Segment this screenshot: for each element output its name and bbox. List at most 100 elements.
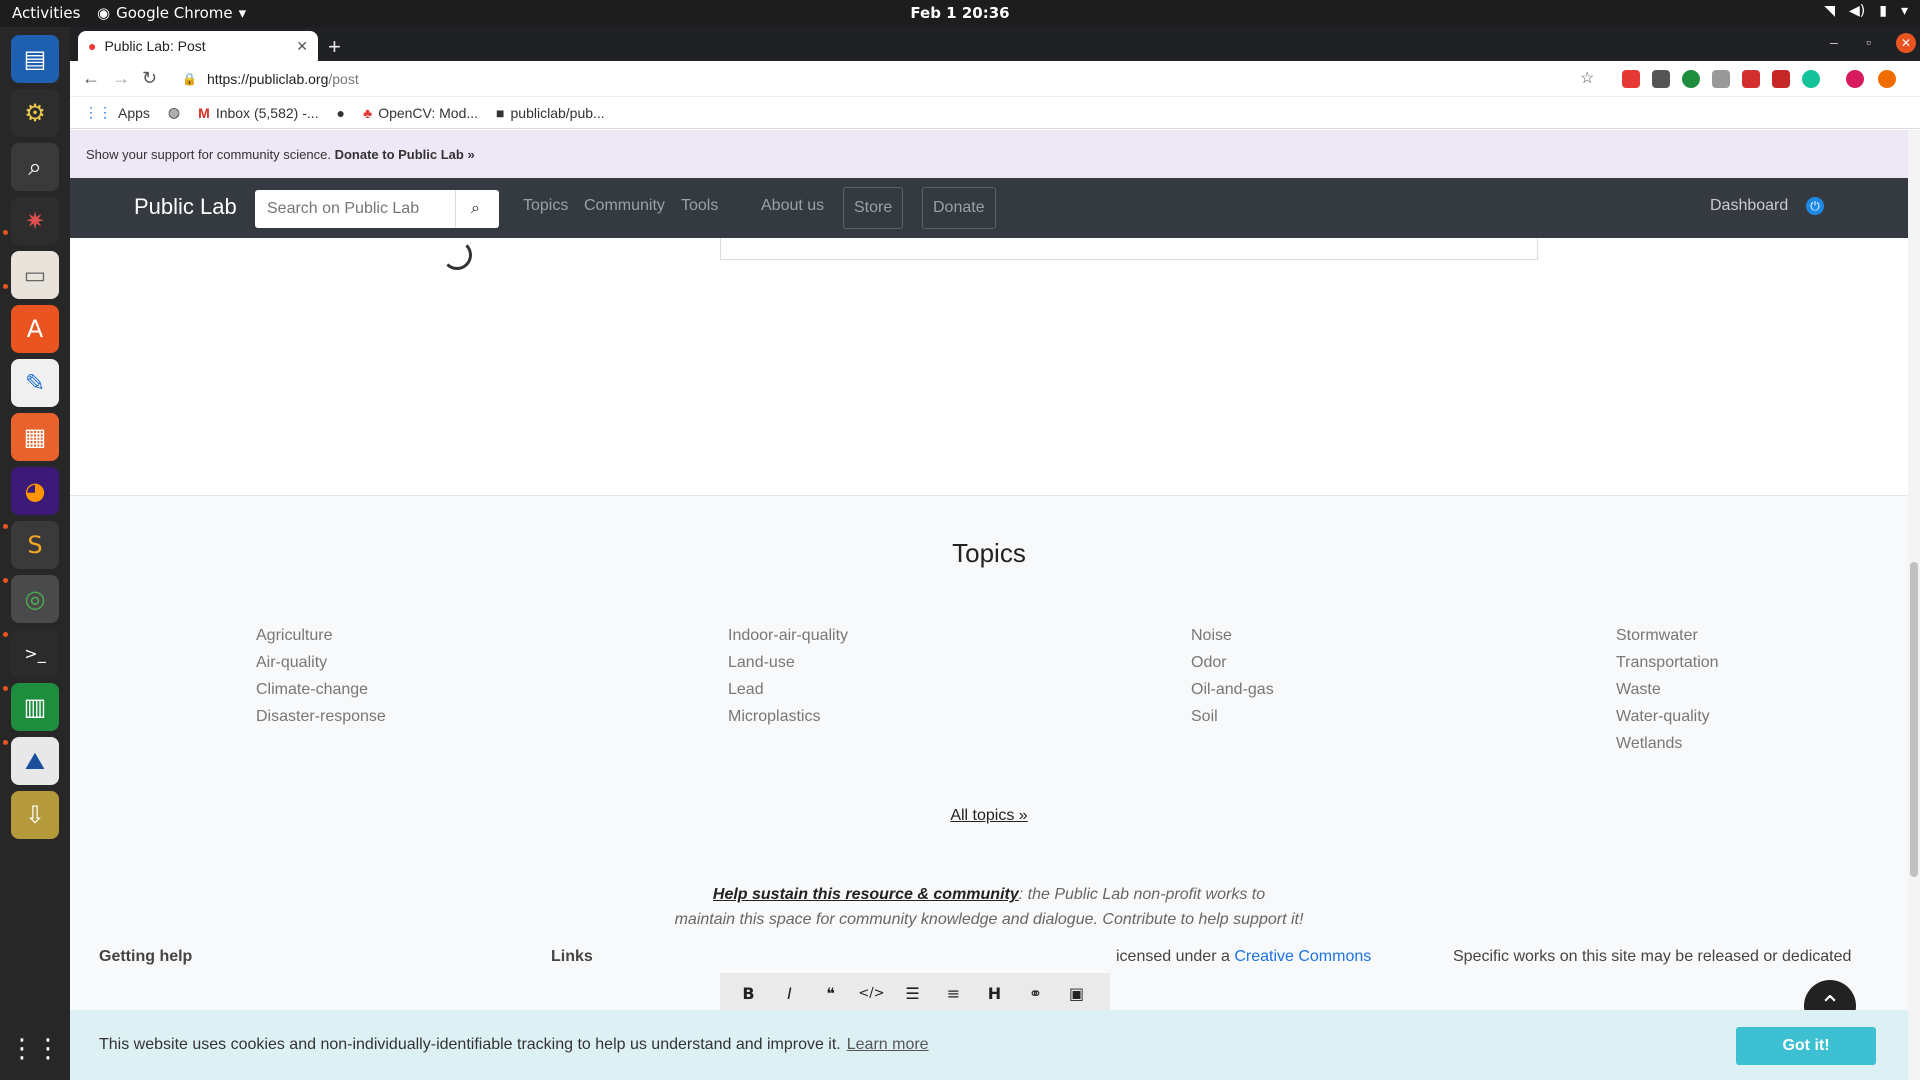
download-archive-icon[interactable]: ⇩ — [11, 791, 59, 839]
learn-more-link[interactable]: Learn more — [847, 1036, 929, 1054]
bookmark-star-icon[interactable]: ☆ — [1580, 68, 1594, 88]
address-bar[interactable]: 🔒 https://publiclab.org/post — [182, 66, 1592, 92]
sublime-icon[interactable]: S — [11, 521, 59, 569]
nav-tools[interactable]: Tools — [681, 197, 718, 215]
nav-about[interactable]: About us — [761, 197, 824, 215]
impress-icon[interactable]: ▦ — [11, 413, 59, 461]
image-icon[interactable]: ▣ — [1056, 984, 1097, 1003]
nav-community[interactable]: Community — [584, 197, 665, 215]
extension-icon[interactable] — [1742, 70, 1760, 88]
bookmark-opencv[interactable]: ♣ OpenCV: Mod... — [363, 105, 478, 121]
topic-link[interactable]: Oil-and-gas — [1191, 676, 1274, 703]
files-folder-icon[interactable]: ▭ — [11, 251, 59, 299]
writer-doc-icon[interactable]: ▤ — [11, 35, 59, 83]
cart-icon[interactable] — [1712, 70, 1730, 88]
nav-dashboard[interactable]: Dashboard — [1710, 197, 1788, 215]
topic-link[interactable]: Noise — [1191, 622, 1274, 649]
topic-link[interactable]: Waste — [1616, 676, 1719, 703]
tag-input-fragment[interactable] — [720, 238, 1538, 260]
show-apps-grid-icon[interactable]: ⋮⋮ — [9, 1025, 61, 1073]
web-spider-icon[interactable]: ✷ — [11, 197, 59, 245]
software-center-icon[interactable]: A — [11, 305, 59, 353]
activities-button[interactable]: Activities — [12, 4, 80, 22]
quote-icon[interactable]: ❝ — [810, 984, 851, 1003]
photo-app-icon[interactable]: ⛰ — [11, 737, 59, 785]
menu-icon[interactable] — [1878, 70, 1896, 88]
scrollbar-thumb[interactable] — [1910, 562, 1918, 877]
grammarly-icon[interactable] — [1802, 70, 1820, 88]
loading-spinner-icon — [442, 240, 472, 270]
link-icon[interactable]: ⚭ — [1015, 984, 1056, 1003]
page-scrollbar[interactable] — [1908, 130, 1920, 1080]
specific-works-text: Specific works on this site may be relea… — [1453, 948, 1852, 965]
search-icon[interactable]: ⌕ — [455, 190, 495, 228]
calc-sheet-icon[interactable]: ▥ — [11, 683, 59, 731]
bookmark-publiclab[interactable]: ■ publiclab/pub... — [496, 105, 605, 121]
settings-gears-icon[interactable]: ⚙ — [11, 89, 59, 137]
minimize-icon[interactable]: – — [1830, 34, 1838, 50]
bookmark-globe[interactable]: ◍ — [168, 104, 180, 121]
search-magnifier-icon[interactable]: ⌕ — [11, 143, 59, 191]
nav-topics[interactable]: Topics — [523, 197, 568, 215]
chrome-icon[interactable]: ◎ — [11, 575, 59, 623]
cookie-text: This website uses cookies and non-indivi… — [99, 1036, 841, 1053]
topic-link[interactable]: Indoor-air-quality — [728, 622, 848, 649]
close-window-icon[interactable]: ✕ — [1896, 33, 1916, 53]
app-menu[interactable]: ◉ Google Chrome ▾ — [97, 4, 246, 22]
sustain-link[interactable]: Help sustain this resource & community — [713, 886, 1019, 903]
topic-link[interactable]: Agriculture — [256, 622, 386, 649]
tab-public-lab-post[interactable]: ● Public Lab: Post ✕ — [78, 31, 318, 61]
extension-icon[interactable] — [1622, 70, 1640, 88]
reload-icon[interactable]: ↻ — [142, 68, 157, 89]
got-it-button[interactable]: Got it! — [1736, 1027, 1876, 1065]
forward-icon[interactable]: → — [112, 68, 130, 89]
bookmark-inbox[interactable]: M Inbox (5,582) -... — [198, 105, 318, 121]
italic-icon[interactable]: I — [769, 984, 810, 1003]
topic-link[interactable]: Odor — [1191, 649, 1274, 676]
new-tab-button[interactable]: + — [328, 34, 341, 60]
site-brand[interactable]: Public Lab — [134, 194, 237, 220]
topic-link[interactable]: Lead — [728, 676, 848, 703]
text-editor-icon[interactable]: ✎ — [11, 359, 59, 407]
power-icon[interactable]: ⏻ — [1806, 197, 1824, 215]
extension-icon[interactable] — [1652, 70, 1670, 88]
flash-sale-icon[interactable] — [1772, 70, 1790, 88]
extension-icon[interactable] — [1682, 70, 1700, 88]
nav-store[interactable]: Store — [843, 187, 904, 229]
ordered-list-icon[interactable]: ☰ — [892, 984, 933, 1003]
donate-link[interactable]: Donate to Public Lab » — [335, 147, 475, 162]
code-icon[interactable]: </> — [851, 986, 892, 1001]
maximize-icon[interactable]: ▫ — [1866, 34, 1871, 50]
bookmark-apps[interactable]: ⋮⋮ Apps — [84, 104, 150, 121]
bookmark-label: Inbox (5,582) -... — [215, 104, 319, 121]
clock[interactable]: Feb 1 20:36 — [910, 4, 1009, 22]
bookmark-github[interactable]: ● — [337, 105, 345, 121]
terminal-icon[interactable]: >_ — [11, 629, 59, 677]
creative-commons-link[interactable]: Creative Commons — [1234, 948, 1371, 965]
topic-link[interactable]: Stormwater — [1616, 622, 1719, 649]
nav-donate[interactable]: Donate — [922, 187, 996, 229]
profile-avatar[interactable] — [1846, 70, 1864, 88]
search-input[interactable] — [255, 190, 455, 228]
topic-link[interactable]: Land-use — [728, 649, 848, 676]
topic-link[interactable]: Microplastics — [728, 703, 848, 730]
heading-icon[interactable]: H — [974, 984, 1015, 1003]
firefox-icon[interactable]: ◕ — [11, 467, 59, 515]
topic-link[interactable]: Soil — [1191, 703, 1274, 730]
license-prefix: icensed under a — [1116, 948, 1230, 965]
topic-link[interactable]: Water-quality — [1616, 703, 1719, 730]
back-icon[interactable]: ← — [82, 68, 100, 89]
topic-link[interactable]: Air-quality — [256, 649, 386, 676]
topic-link[interactable]: Wetlands — [1616, 730, 1719, 757]
chevron-down-icon: ▾ — [238, 4, 247, 22]
topic-link[interactable]: Disaster-response — [256, 703, 386, 730]
cookie-banner: This website uses cookies and non-indivi… — [70, 1010, 1908, 1080]
close-tab-icon[interactable]: ✕ — [296, 38, 308, 55]
bold-icon[interactable]: B — [728, 984, 769, 1003]
unordered-list-icon[interactable]: ≡ — [933, 984, 974, 1003]
topic-link[interactable]: Climate-change — [256, 676, 386, 703]
system-tray[interactable]: ◥ ◀) ▮ ▾ — [1824, 3, 1908, 19]
topic-link[interactable]: Transportation — [1616, 649, 1719, 676]
bookmarks-bar: ⋮⋮ Apps ◍ M Inbox (5,582) -... ● ♣ OpenCV: … — [70, 97, 1920, 129]
all-topics-link[interactable]: All topics » — [950, 807, 1027, 824]
